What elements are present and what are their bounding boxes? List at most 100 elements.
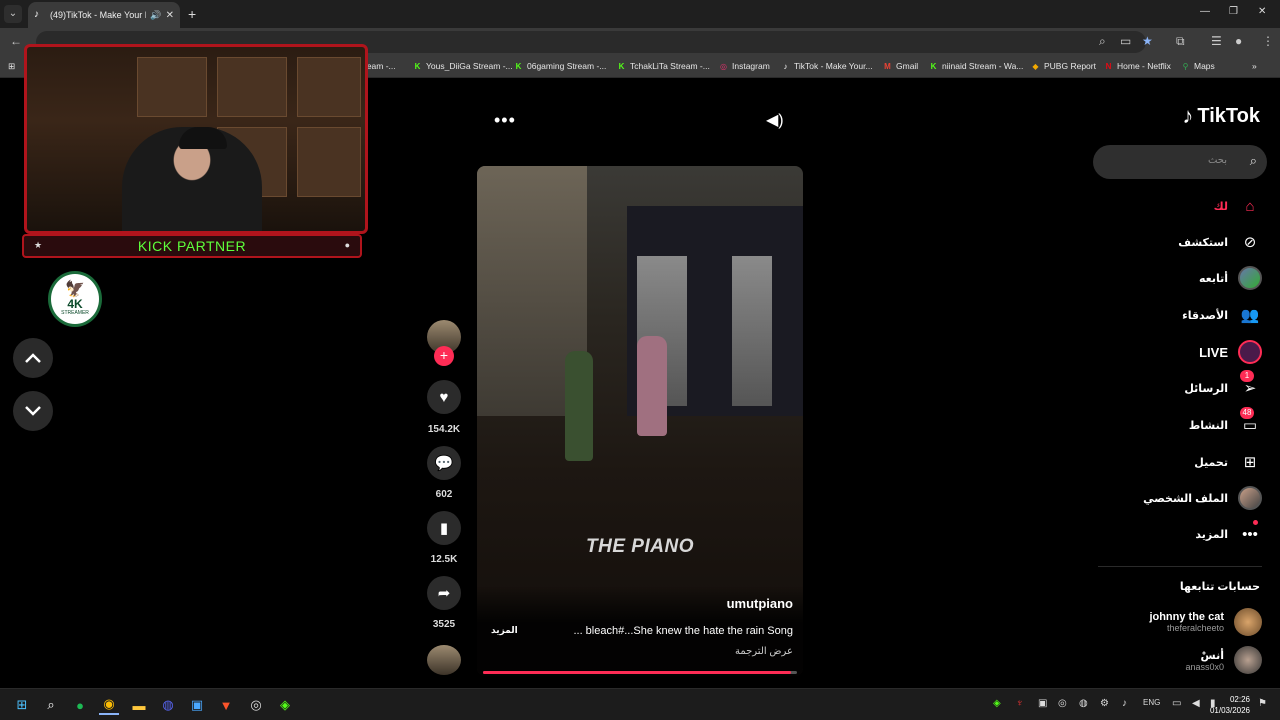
like-button[interactable]: ♥ [427,380,461,414]
search-icon[interactable]: ⌕ [41,695,61,715]
comment-button[interactable]: 💬 [427,446,461,480]
bookshelf [217,57,287,117]
bookmark-icon: ▮ [439,520,449,537]
account-avatar [1234,608,1262,636]
volume-icon[interactable]: ◀) [766,110,784,130]
reading-list-icon[interactable]: ☰ [1211,34,1222,48]
kick-icon: K [515,61,522,71]
close-window-icon[interactable]: ✕ [1258,6,1266,17]
notifications-icon[interactable]: ⚑ [1258,698,1267,709]
close-tab-icon[interactable]: ✕ [166,10,174,21]
new-tab-button[interactable]: + [188,6,196,22]
tray-obs-icon[interactable]: ◎ [1058,698,1067,709]
video-player[interactable]: THE PIANO umutpiano ... bleach#...She kn… [477,166,803,676]
bookmark-item[interactable]: K 06gaming Stream -... [514,61,607,71]
nav-label: استكشف [1178,236,1228,249]
tray-app-icon[interactable]: ▣ [1038,698,1047,709]
cast-icon[interactable]: ▭ [1120,34,1131,48]
tiktok-favicon-icon: ♪ [34,9,39,20]
discord-icon[interactable]: ◍ [158,695,178,715]
nav-following[interactable]: أتابعه [1199,266,1262,290]
more-caption-button[interactable]: المزيد [491,625,518,636]
partner-bar: ★ KICK PARTNER ● [22,234,362,258]
bookshelf [297,127,361,197]
nav-for-you[interactable]: لك ⌂ [1214,194,1262,218]
sidebar-divider [1098,566,1262,567]
followed-account[interactable]: أنسْ anass0x0 [1185,646,1262,674]
nav-profile[interactable]: الملف الشخصي [1143,486,1262,510]
next-video-button[interactable] [13,391,53,431]
nav-upload[interactable]: تحميل ⊞ [1194,450,1262,474]
next-creator-avatar[interactable] [427,645,461,675]
bookmark-item[interactable]: M Gmail [883,61,918,71]
followed-account[interactable]: johnny the cat theferalcheeto [1149,608,1262,636]
bookmark-label: Maps [1194,61,1215,71]
bookmark-item[interactable]: ♪ TikTok - Make Your... [781,61,873,71]
nav-friends[interactable]: الأصدقاء 👥 [1182,303,1262,327]
bookmark-item[interactable]: Kniinaid Stream - Wa... [929,61,1024,71]
zoom-icon[interactable]: ⌕ [1099,34,1106,49]
tab-title: (49)TikTok - Make Your Day [50,10,146,20]
instagram-icon: ◎ [720,61,727,71]
previous-video-button[interactable] [13,338,53,378]
tray-kick-icon[interactable]: ◈ [993,698,1001,709]
tray-mic-icon[interactable]: ♆ [1016,698,1024,709]
speaker-icon[interactable]: 🔊 [150,10,161,21]
nav-live[interactable]: LIVE [1199,340,1262,364]
bookmark-item[interactable]: N Home - Netflix [1104,61,1171,71]
creator-handle[interactable]: umutpiano [727,596,793,611]
bookmark-item[interactable]: ◎ Instagram [719,61,770,71]
nav-explore[interactable]: استكشف ⊘ [1178,230,1262,254]
browser-tab[interactable]: ♪ (49)TikTok - Make Your Day 🔊 ✕ [28,2,180,28]
tray-mic2-icon[interactable]: ♪ [1122,698,1127,709]
bookmark-item[interactable]: K Yous_DiiGa Stream -... [413,61,513,71]
kick-app-icon[interactable]: ◈ [275,695,295,715]
nav-more[interactable]: المزيد ••• [1195,520,1262,546]
language-indicator[interactable]: ENG [1143,698,1160,707]
bookmark-item[interactable]: ◆ PUBG Report [1031,61,1096,71]
profile-avatar[interactable]: ● [1235,34,1242,48]
activity-badge: 48 [1240,407,1254,419]
menu-icon[interactable]: ⋮ [1262,34,1274,48]
speaker-icon[interactable]: ◀ [1192,698,1200,709]
star-icon: ★ [34,240,43,250]
search-input[interactable]: بحث ⌕ [1093,145,1267,179]
save-button[interactable]: ▮ [427,511,461,545]
chrome-icon[interactable]: ◉ [99,695,119,715]
video-options-icon[interactable]: ••• [494,110,516,131]
bookmark-item[interactable]: ⚲ Maps [1181,61,1215,71]
photos-icon[interactable]: ▣ [187,695,207,715]
share-button[interactable]: ➦ [427,576,461,610]
clock[interactable]: 02:26 01/03/2026 [1210,694,1250,716]
file-explorer-icon[interactable]: ▬ [129,695,149,715]
windows-start-icon[interactable]: ⊞ [12,695,32,715]
heart-icon: ♥ [439,388,449,406]
nav-label: النشاط [1188,419,1228,432]
nav-activity[interactable]: النشاط ▭ 48 [1188,407,1262,437]
search-icon[interactable]: ⌕ [1250,153,1257,169]
follow-button[interactable]: + [434,346,454,366]
tray-network-icon[interactable]: ⚙ [1100,698,1109,709]
nav-label: الملف الشخصي [1143,492,1228,505]
brave-icon[interactable]: ▼ [216,695,236,715]
obs-icon[interactable]: ◎ [246,695,266,715]
see-translation-link[interactable]: عرض الترجمة [735,646,793,657]
bookmark-star-icon[interactable]: ★ [1142,34,1153,48]
video-progress-bar[interactable] [483,671,797,674]
tray-steam-icon[interactable]: ◍ [1079,698,1088,709]
clock-date: 01/03/2026 [1209,706,1250,715]
eagle-icon: 🦅 [65,281,85,298]
spotify-icon[interactable]: ● [70,695,90,715]
messages-icon: ➢ 1 [1238,370,1262,400]
bookmark-item[interactable]: K TchakLiTa Stream -... [617,61,710,71]
profile-avatar [1238,486,1262,510]
partner-label: KICK PARTNER [137,238,247,254]
minimize-icon[interactable]: — [1200,6,1210,17]
nav-messages[interactable]: الرسائل ➢ 1 [1184,370,1262,400]
tab-search-dropdown[interactable]: ⌄ [4,5,22,23]
tiktok-logo[interactable]: ♪ TikTok [1182,103,1260,129]
extensions-icon[interactable]: ⧉ [1176,34,1185,49]
restore-icon[interactable]: ❐ [1229,6,1238,17]
wifi-icon[interactable]: ▭ [1172,698,1181,709]
more-bookmarks-icon[interactable]: » [1252,61,1257,71]
